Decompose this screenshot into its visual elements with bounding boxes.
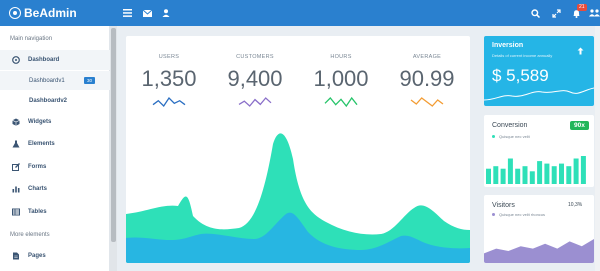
sidebar-item-label: Charts [28,186,48,192]
stat-label: HOURS [330,54,352,60]
inversion-line-chart [484,87,594,101]
conversion-bar [529,171,535,184]
flask-icon [12,140,20,148]
sidebar-scrollbar-thumb[interactable] [111,28,116,242]
cube-icon [12,118,20,126]
sparkline [324,96,358,108]
conversion-bar [486,168,491,184]
sidebar-subitem-dashboardv1[interactable]: Dashboardv1 30 [0,71,110,90]
count-badge: 30 [84,77,96,84]
menu-icon[interactable] [121,7,133,19]
conversion-bar [559,163,564,184]
sidebar-item-label: Dashboardv2 [29,97,68,104]
stats-card: USERS 1,350 CUSTOMERS 9,400 HOURS 1,000 … [126,36,470,263]
visitors-card: Visitors 10,3% Quisque nec velit rhoncus [484,195,594,263]
visitors-area-chart [484,239,594,263]
conversion-bar [544,163,550,184]
stat-value: 90.99 [399,66,455,91]
nav-heading-main: Main navigation [10,36,53,42]
conversion-bar [515,168,521,184]
conversion-bar [551,166,557,184]
search-icon[interactable] [529,7,541,19]
stat-value: 1,000 [313,66,369,91]
brand[interactable]: BeAdmin [9,5,77,21]
conversion-bar [493,166,499,184]
sidebar-item-label: Pages [28,253,46,259]
bar-chart-icon [12,185,20,193]
sidebar-item-label: Widgets [28,119,52,125]
sidebar-item-widgets[interactable]: Widgets [0,112,110,132]
sparkline [410,97,444,107]
nav-heading-more: More elements [10,232,50,238]
conversion-bar [580,156,586,184]
users-icon[interactable] [588,7,600,19]
top-navbar: BeAdmin 21 [0,0,600,26]
table-icon [12,208,20,216]
sidebar-subitem-dashboardv2[interactable]: Dashboardv2 [0,91,110,110]
brand-logo-icon [9,7,21,19]
sidebar-item-dashboard[interactable]: Dashboard [0,50,110,70]
sidebar-item-label: Tables [28,209,47,215]
notification-badge: 21 [577,4,587,11]
sparkline [152,96,186,108]
sidebar-scrollbar[interactable] [110,26,117,271]
sidebar-item-elements[interactable]: Elements [0,134,110,154]
conversion-bar [573,158,579,184]
conversion-card: Conversion 90x Quisque nec velit [484,115,594,187]
sidebar-item-label: Elements [28,141,55,147]
sidebar-item-forms[interactable]: Forms [0,157,110,177]
sidebar-item-label: Dashboardv1 [29,77,65,84]
stat-value: 1,350 [141,66,197,91]
expand-icon[interactable] [550,7,562,19]
stat-label: USERS [158,54,180,60]
file-icon [12,252,20,260]
conversion-bar [522,166,528,184]
mail-icon[interactable] [141,7,153,19]
conversion-bar [500,168,506,184]
edit-icon [12,163,20,171]
stat-value: 9,400 [227,66,283,91]
sidebar-item-charts[interactable]: Charts [0,179,110,199]
gauge-icon [12,56,20,64]
sidebar-item-label: Dashboard [28,57,60,63]
conversion-bar-chart [486,156,586,184]
stat-label: AVERAGE [412,54,442,60]
sidebar-item-tables[interactable]: Tables [0,202,110,222]
conversion-bar [507,158,513,184]
sparkline [238,97,272,107]
sidebar: Main navigation Dashboard Dashboardv1 30… [0,26,110,271]
visitors-area [484,239,594,263]
sidebar-item-pages[interactable]: Pages [0,246,110,266]
user-icon[interactable] [160,7,172,19]
brand-name: BeAdmin [24,6,77,20]
conversion-bar [566,166,572,184]
stat-label: CUSTOMERS [236,54,274,60]
sidebar-item-label: Forms [28,164,47,170]
inversion-card: Inversion Details of current income annu… [484,36,594,106]
content-scrollbar[interactable] [595,26,600,271]
conversion-bar [537,161,543,184]
